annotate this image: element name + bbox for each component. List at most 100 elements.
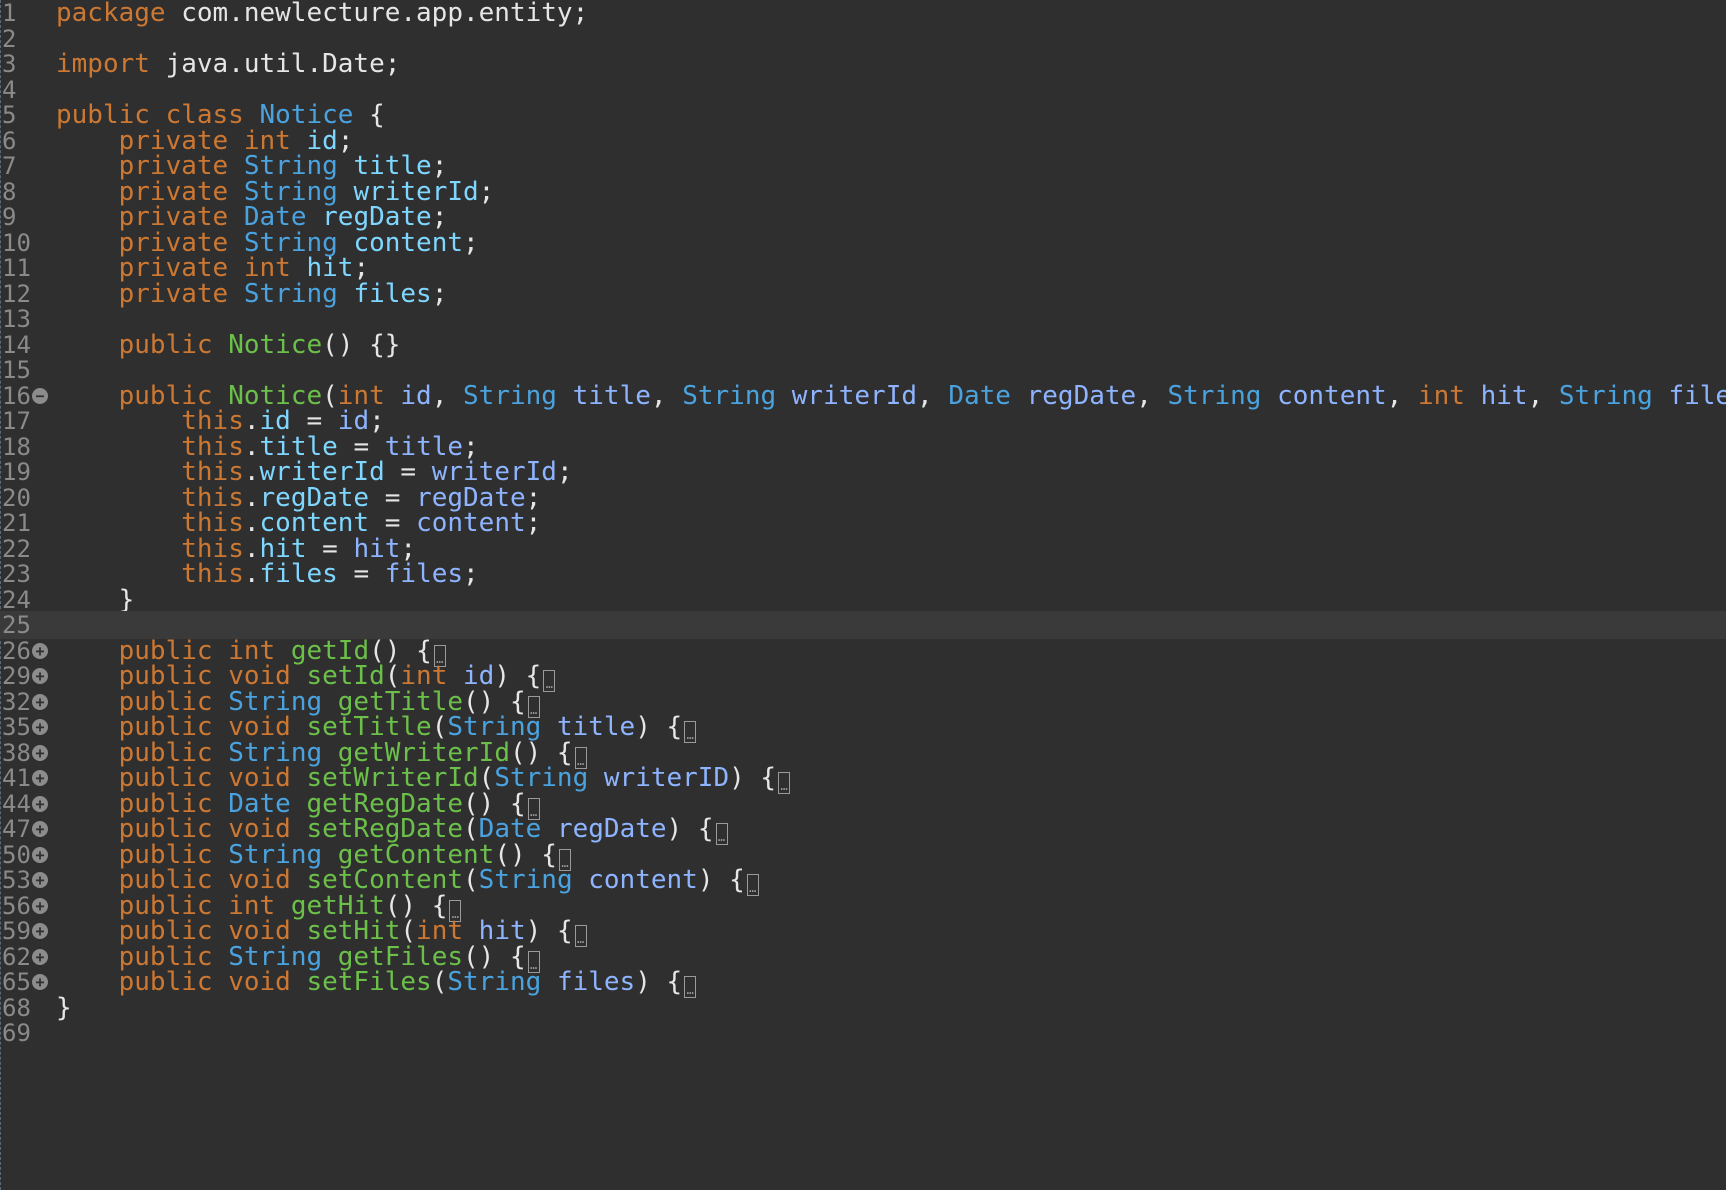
code-token: ) {: [635, 967, 683, 997]
line-number: 14: [2, 331, 31, 359]
line-number: 8: [2, 178, 17, 206]
code-line[interactable]: 19 this.writerId = writerId;: [0, 458, 1726, 486]
code-token: content: [588, 865, 698, 895]
line-number: 6: [2, 127, 17, 155]
line-number: 20: [2, 484, 31, 512]
plus-circle-icon[interactable]: +: [32, 923, 48, 939]
code-line[interactable]: 41 + public void setWriterId(String write…: [0, 763, 1726, 794]
code-line[interactable]: 11 private int hit;: [0, 254, 1726, 282]
line-number: 11: [2, 254, 31, 282]
code-token: String: [447, 967, 542, 997]
code-line[interactable]: 13: [0, 305, 1726, 333]
plus-circle-icon[interactable]: +: [32, 974, 48, 990]
code-line[interactable]: 23 this.files = files;: [0, 560, 1726, 588]
line-number: 22: [2, 535, 31, 563]
code-text: public void setTitle(String title) {…: [56, 712, 697, 743]
plus-circle-icon[interactable]: +: [32, 872, 48, 888]
code-line[interactable]: 9 private Date regDate;: [0, 203, 1726, 231]
code-line[interactable]: 59 + public void setHit(int hit) {…: [0, 916, 1726, 947]
code-text: public void setHit(int hit) {…: [56, 916, 587, 947]
code-line[interactable]: 3 import java.util.Date;: [0, 50, 1726, 78]
code-text: this.content = content;: [56, 509, 541, 537]
code-line[interactable]: 24 }: [0, 586, 1726, 614]
plus-circle-icon[interactable]: +: [32, 770, 48, 786]
code-text: this.id = id;: [56, 407, 385, 435]
line-number: 10: [2, 229, 31, 257]
line-number: 68: [2, 994, 31, 1022]
plus-circle-icon[interactable]: +: [32, 847, 48, 863]
plus-circle-icon[interactable]: +: [32, 821, 48, 837]
code-text: private int hit;: [56, 254, 369, 282]
code-token: {: [353, 100, 385, 130]
line-number: 3: [2, 50, 17, 78]
line-number: 12: [2, 280, 31, 308]
code-text: this.files = files;: [56, 559, 479, 589]
code-token: content: [416, 508, 526, 538]
code-line[interactable]: 21 this.content = content;: [0, 509, 1726, 537]
plus-circle-icon[interactable]: +: [32, 643, 48, 659]
code-line[interactable]: 12 private String files;: [0, 280, 1726, 308]
line-number: 7: [2, 152, 17, 180]
line-number: 1: [2, 0, 17, 27]
code-token: import: [56, 49, 150, 79]
line-number: 21: [2, 509, 31, 537]
line-number: 13: [2, 305, 31, 333]
code-line[interactable]: 65 + public void setFiles(String files) {…: [0, 967, 1726, 998]
code-token: this: [181, 559, 244, 589]
code-token: regDate: [556, 814, 667, 844]
code-text: private Date regDate;: [56, 203, 448, 231]
code-token: ) {: [697, 865, 745, 895]
code-text: import java.util.Date;: [56, 50, 400, 78]
code-token: ) {: [635, 712, 683, 742]
line-number: 25: [2, 611, 31, 639]
code-token: (: [463, 865, 479, 895]
code-line[interactable]: 7 private String title;: [0, 152, 1726, 180]
code-line[interactable]: 29 + public void setId(int id) {…: [0, 662, 1726, 692]
line-number: 18: [2, 433, 31, 461]
code-token: files: [259, 559, 338, 589]
code-text: public void setRegDate(Date regDate) {…: [56, 814, 728, 845]
plus-circle-icon[interactable]: +: [32, 668, 48, 684]
plus-circle-icon[interactable]: +: [32, 745, 48, 761]
code-line[interactable]: 5 public class Notice {: [0, 101, 1726, 129]
code-token: ) {: [729, 763, 777, 793]
code-text: public Notice() {}: [56, 331, 401, 359]
code-token: java.util.Date;: [149, 49, 401, 79]
line-number: 24: [2, 586, 31, 614]
code-token: files: [384, 559, 464, 589]
line-number: 17: [2, 407, 31, 435]
plus-circle-icon[interactable]: +: [32, 898, 48, 914]
line-number: 69: [2, 1019, 31, 1047]
code-token: package: [56, 0, 166, 28]
code-token: ;: [463, 559, 479, 589]
code-editor[interactable]: 1 package com.newlecture.app.entity; 2 3 imp…: [0, 0, 1726, 1190]
line-number: 2: [2, 25, 17, 53]
plus-circle-icon[interactable]: +: [32, 719, 48, 735]
line-number: 23: [2, 560, 31, 588]
minus-circle-icon[interactable]: −: [32, 388, 48, 404]
code-line[interactable]: 14 public Notice() {}: [0, 331, 1726, 359]
plus-circle-icon[interactable]: +: [32, 796, 48, 812]
code-line[interactable]: 68}: [0, 994, 1726, 1022]
code-line[interactable]: 53 + public void setContent(String conten…: [0, 865, 1726, 896]
plus-circle-icon[interactable]: +: [32, 694, 48, 710]
code-text: }: [56, 994, 72, 1022]
code-token: String: [478, 865, 573, 895]
code-token: com.newlecture.app.entity;: [165, 0, 589, 28]
code-token: setFiles: [306, 967, 432, 997]
code-line[interactable]: 1 package com.newlecture.app.entity;: [0, 0, 1726, 27]
code-token: public void: [118, 967, 291, 997]
code-line[interactable]: 17 this.id = id;: [0, 407, 1726, 435]
code-line[interactable]: 15: [0, 356, 1726, 384]
code-text: private String title;: [56, 152, 448, 180]
code-token: ) {: [525, 916, 573, 946]
line-number: 19: [2, 458, 31, 486]
code-line[interactable]: 25: [0, 611, 1726, 639]
code-line[interactable]: 35 + public void setTitle(String title) {…: [0, 712, 1726, 743]
plus-circle-icon[interactable]: +: [32, 949, 48, 965]
code-line[interactable]: 47 + public void setRegDate(Date regDate)…: [0, 814, 1726, 845]
code-line[interactable]: 69: [0, 1019, 1726, 1047]
